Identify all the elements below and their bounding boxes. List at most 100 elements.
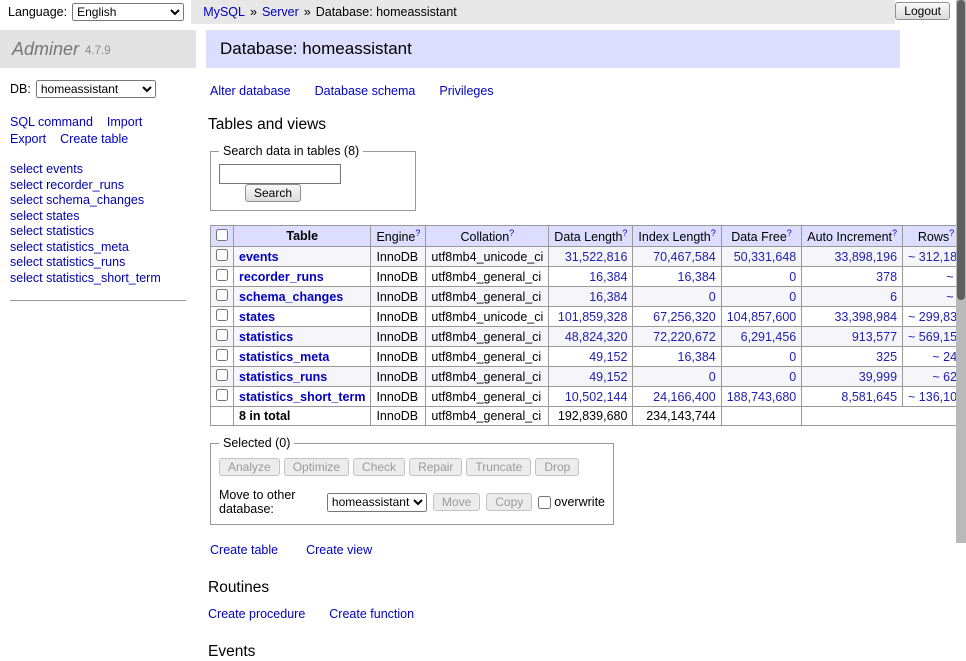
- data-free-link[interactable]: 0: [789, 270, 796, 284]
- collation-help-link[interactable]: ?: [509, 228, 514, 238]
- sql-command-link[interactable]: SQL command: [10, 115, 93, 129]
- database-schema-link[interactable]: Database schema: [315, 84, 416, 98]
- table-link[interactable]: schema_changes: [239, 290, 343, 304]
- data-length-link[interactable]: 48,824,320: [565, 330, 628, 344]
- breadcrumb-link-server[interactable]: Server: [262, 5, 299, 19]
- select-all-checkbox[interactable]: [216, 229, 228, 241]
- index-length-link[interactable]: 72,220,672: [653, 330, 716, 344]
- table-link[interactable]: states: [239, 310, 275, 324]
- data-length-help-link[interactable]: ?: [622, 228, 627, 238]
- data-free-link[interactable]: 188,743,680: [727, 390, 797, 404]
- index-length-link[interactable]: 67,256,320: [653, 310, 716, 324]
- row-checkbox[interactable]: [216, 289, 228, 301]
- index-length-help-link[interactable]: ?: [711, 228, 716, 238]
- index-length-link[interactable]: 16,384: [678, 270, 716, 284]
- index-length-link[interactable]: 70,467,584: [653, 250, 716, 264]
- create-table-link[interactable]: Create table: [60, 132, 128, 146]
- data-free-help-link[interactable]: ?: [787, 228, 792, 238]
- data-length-cell: 101,859,328: [549, 307, 633, 327]
- create-function-link[interactable]: Create function: [329, 607, 414, 621]
- row-checkbox[interactable]: [216, 309, 228, 321]
- index-length-link[interactable]: 0: [709, 290, 716, 304]
- data-length-link[interactable]: 49,152: [589, 370, 627, 384]
- data-free-link[interactable]: 104,857,600: [727, 310, 797, 324]
- overwrite-checkbox[interactable]: [538, 496, 551, 509]
- row-checkbox[interactable]: [216, 349, 228, 361]
- db-select[interactable]: homeassistant: [36, 80, 156, 98]
- move-db-select[interactable]: homeassistant: [327, 493, 427, 512]
- vertical-scrollbar[interactable]: [956, 0, 966, 543]
- rows-help-link[interactable]: ?: [949, 228, 954, 238]
- sidebar-item-select-statistics-runs[interactable]: select statistics_runs: [10, 255, 186, 271]
- auto-increment-link[interactable]: 8,581,645: [841, 390, 897, 404]
- auto-increment-link[interactable]: 913,577: [852, 330, 897, 344]
- logout-button[interactable]: Logout: [895, 2, 950, 20]
- sidebar-item-select-statistics-meta[interactable]: select statistics_meta: [10, 240, 186, 256]
- row-checkbox[interactable]: [216, 369, 228, 381]
- check-button[interactable]: Check: [353, 458, 405, 476]
- table-link[interactable]: recorder_runs: [239, 270, 324, 284]
- index-length-link[interactable]: 0: [709, 370, 716, 384]
- copy-button[interactable]: Copy: [486, 493, 532, 511]
- sidebar-item-select-states[interactable]: select states: [10, 209, 186, 225]
- breadcrumb-link-mysql[interactable]: MySQL: [203, 5, 245, 19]
- auto-increment-link[interactable]: 378: [876, 270, 897, 284]
- auto-increment-help-link[interactable]: ?: [892, 228, 897, 238]
- row-checkbox[interactable]: [216, 389, 228, 401]
- sidebar-item-select-statistics-short-term[interactable]: select statistics_short_term: [10, 271, 186, 287]
- data-free-link[interactable]: 6,291,456: [741, 330, 797, 344]
- data-length-link[interactable]: 49,152: [589, 350, 627, 364]
- data-length-link[interactable]: 10,502,144: [565, 390, 628, 404]
- table-link[interactable]: statistics_short_term: [239, 390, 365, 404]
- auto-increment-link[interactable]: 325: [876, 350, 897, 364]
- data-length-link[interactable]: 101,859,328: [558, 310, 628, 324]
- index-length-link[interactable]: 16,384: [678, 350, 716, 364]
- drop-button[interactable]: Drop: [535, 458, 579, 476]
- table-link[interactable]: statistics_runs: [239, 370, 327, 384]
- export-link[interactable]: Export: [10, 132, 46, 146]
- data-free-link[interactable]: 0: [789, 350, 796, 364]
- sidebar-item-select-events[interactable]: select events: [10, 162, 186, 178]
- auto-increment-link[interactable]: 39,999: [859, 370, 897, 384]
- data-length-link[interactable]: 16,384: [589, 290, 627, 304]
- move-button[interactable]: Move: [433, 493, 480, 511]
- data-free-link[interactable]: 0: [789, 290, 796, 304]
- index-length-link[interactable]: 24,166,400: [653, 390, 716, 404]
- privileges-link[interactable]: Privileges: [439, 84, 493, 98]
- auto-increment-link[interactable]: 33,898,196: [834, 250, 897, 264]
- auto-increment-link[interactable]: 33,398,984: [834, 310, 897, 324]
- table-link[interactable]: statistics: [239, 330, 293, 344]
- scrollbar-thumb[interactable]: [957, 0, 965, 300]
- data-length-link[interactable]: 16,384: [589, 270, 627, 284]
- row-checkbox[interactable]: [216, 249, 228, 261]
- data-free-link[interactable]: 0: [789, 370, 796, 384]
- collation-cell: utf8mb4_general_ci: [426, 327, 549, 347]
- engine-help-link[interactable]: ?: [415, 228, 420, 238]
- data-free-link[interactable]: 50,331,648: [734, 250, 797, 264]
- table-name-cell: statistics_meta: [234, 347, 371, 367]
- table-link[interactable]: statistics_meta: [239, 350, 329, 364]
- create-table-link-main[interactable]: Create table: [210, 543, 278, 557]
- col-data-length: Data Length?: [549, 226, 633, 247]
- search-button[interactable]: Search: [245, 184, 301, 202]
- language-select[interactable]: English: [72, 3, 184, 21]
- sidebar-item-select-schema-changes[interactable]: select schema_changes: [10, 193, 186, 209]
- repair-button[interactable]: Repair: [409, 458, 462, 476]
- sidebar-item-select-statistics[interactable]: select statistics: [10, 224, 186, 240]
- data-length-link[interactable]: 31,522,816: [565, 250, 628, 264]
- create-procedure-link[interactable]: Create procedure: [208, 607, 305, 621]
- table-link[interactable]: events: [239, 250, 279, 264]
- row-select-cell: [211, 267, 234, 287]
- optimize-button[interactable]: Optimize: [284, 458, 349, 476]
- search-input[interactable]: [219, 164, 341, 184]
- alter-database-link[interactable]: Alter database: [210, 84, 291, 98]
- analyze-button[interactable]: Analyze: [219, 458, 280, 476]
- create-view-link[interactable]: Create view: [306, 543, 372, 557]
- col-auto-increment: Auto Increment?: [802, 226, 903, 247]
- sidebar-item-select-recorder-runs[interactable]: select recorder_runs: [10, 178, 186, 194]
- row-checkbox[interactable]: [216, 329, 228, 341]
- truncate-button[interactable]: Truncate: [466, 458, 531, 476]
- row-checkbox[interactable]: [216, 269, 228, 281]
- import-link[interactable]: Import: [107, 115, 142, 129]
- auto-increment-link[interactable]: 6: [890, 290, 897, 304]
